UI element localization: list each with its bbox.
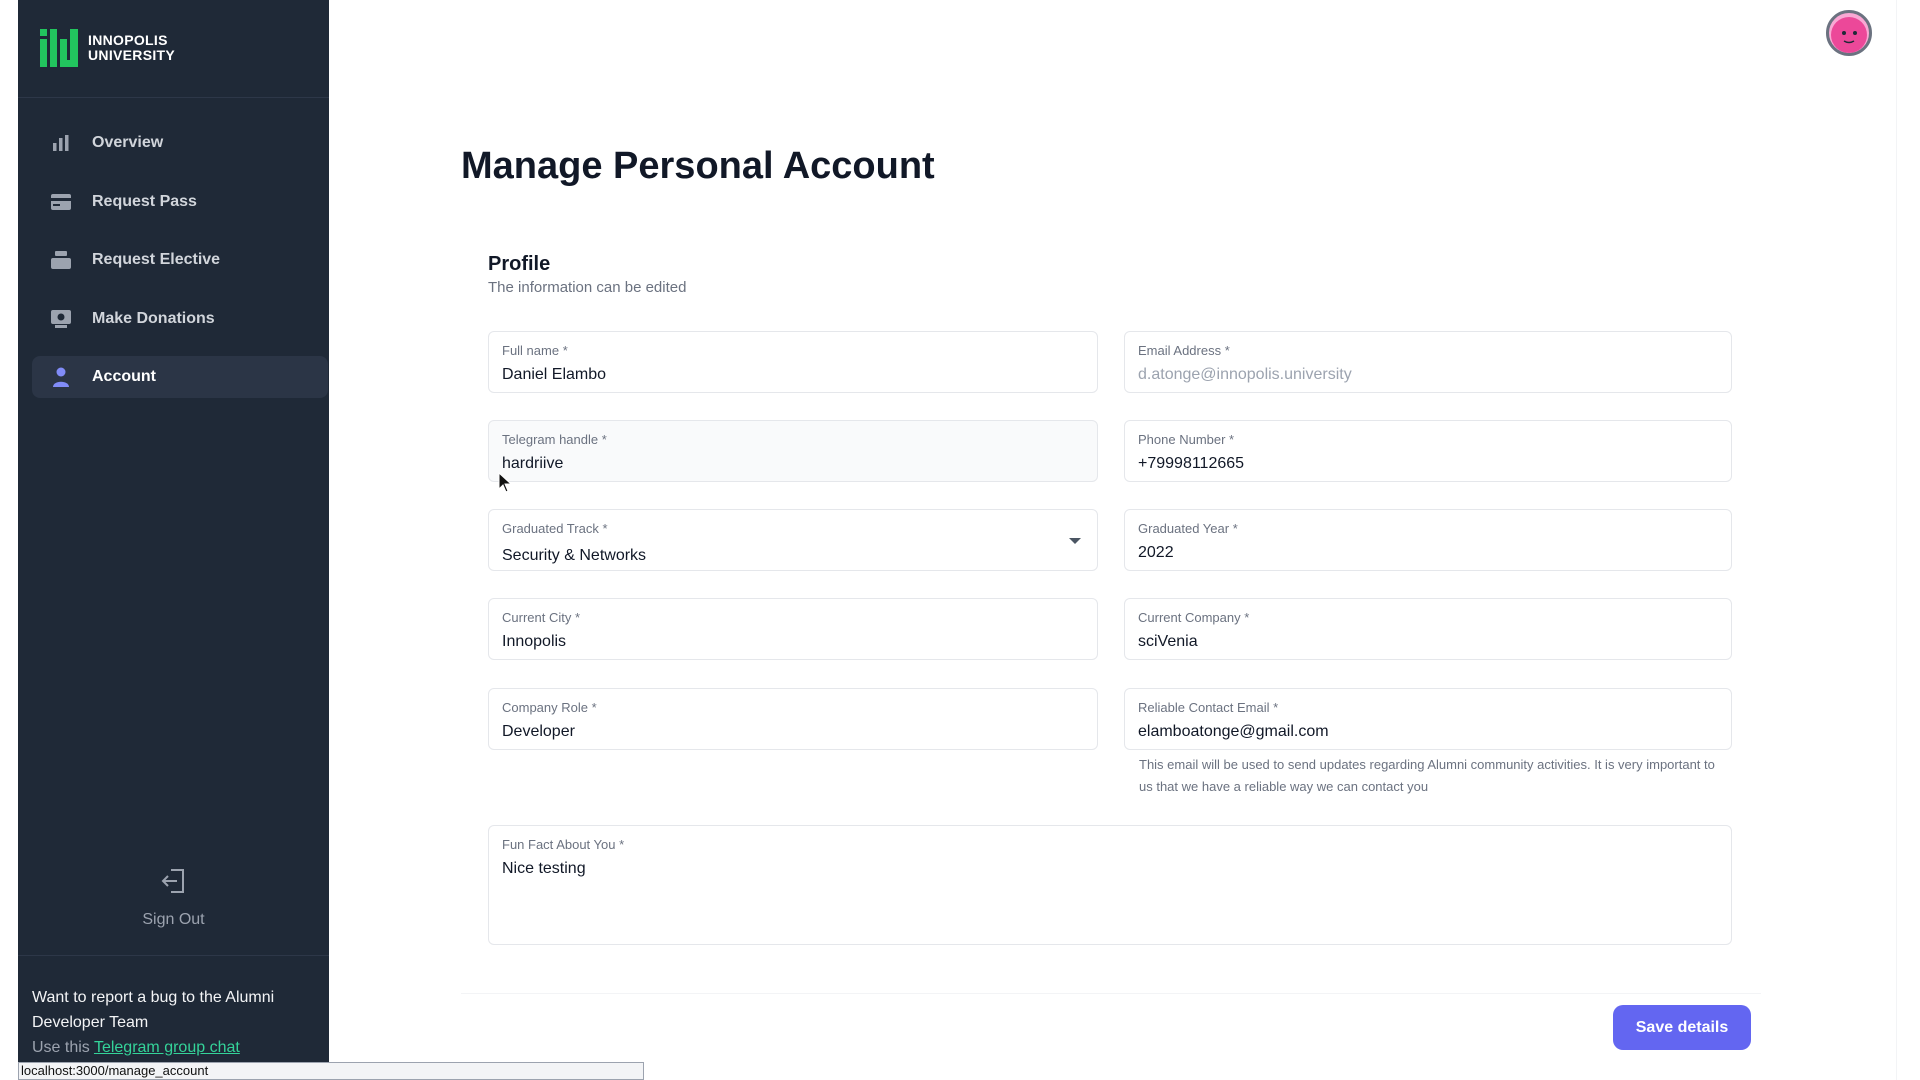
telegram-handle-label: Telegram handle * [502,432,607,447]
browser-status-url: localhost:3000/manage_account [18,1062,644,1080]
bar-chart-icon [50,132,72,154]
current-city-value: Innopolis [502,633,567,650]
sidebar-nav: Overview Request Pass Request Elective M… [32,122,328,415]
current-company-label: Current Company * [1138,610,1250,625]
left-edge [0,0,18,1080]
stack-icon [50,249,72,271]
company-role-label: Company Role * [502,700,597,715]
sidebar-item-label: Overview [92,134,164,151]
email-label: Email Address * [1138,343,1230,358]
graduated-year-field[interactable]: Graduated Year * 2022 [1124,509,1732,571]
email-field[interactable]: Email Address * d.atonge@innopolis.unive… [1124,331,1732,393]
graduated-year-value: 2022 [1138,544,1174,561]
page-scrollbar[interactable] [1896,0,1920,1080]
avatar-face-icon [1831,17,1867,53]
card-icon [50,191,72,213]
current-company-value: sciVenia [1138,633,1198,650]
contact-email-label: Reliable Contact Email * [1138,700,1279,715]
sidebar-item-make-donations[interactable]: Make Donations [32,298,328,340]
full-name-value: Daniel Elambo [502,366,607,383]
phone-number-field[interactable]: Phone Number * +79998112665 [1124,420,1732,482]
bug-report-prefix: Use this [32,1039,90,1056]
mouse-cursor-icon [498,472,513,493]
current-company-field[interactable]: Current Company * sciVenia [1124,598,1732,660]
graduated-track-label: Graduated Track * [502,521,608,536]
sidebar: INNOPOLIS UNIVERSITY Overview Request Pa… [18,0,329,1080]
email-value: d.atonge@innopolis.university [1138,366,1352,383]
sidebar-item-label: Request Elective [92,251,221,268]
user-icon [50,366,72,388]
telegram-group-link[interactable]: Telegram group chat [94,1039,240,1056]
logo-text: INNOPOLIS UNIVERSITY [88,33,175,63]
company-role-field[interactable]: Company Role * Developer [488,688,1098,750]
bug-report-sub: Use this Telegram group chat [32,1035,322,1060]
sidebar-item-request-pass[interactable]: Request Pass [32,181,328,223]
sign-out-button[interactable]: Sign Out [18,866,329,929]
sign-out-label: Sign Out [142,911,205,928]
full-name-field[interactable]: Full name * Daniel Elambo [488,331,1098,393]
page-title: Manage Personal Account [461,145,935,187]
profile-title: Profile [488,253,551,275]
phone-number-label: Phone Number * [1138,432,1235,447]
avatar[interactable] [1826,10,1872,56]
contact-email-helper: This email will be used to send updates … [1139,757,1715,794]
sign-out-icon [161,869,184,893]
bug-report-title: Want to report a bug to the Alumni Devel… [32,989,275,1031]
full-name-label: Full name * [502,343,568,358]
sidebar-item-label: Request Pass [92,192,197,210]
fun-fact-value: Nice testing [502,860,586,877]
logo-line1: INNOPOLIS [88,32,168,48]
sidebar-divider [18,97,329,98]
donation-icon [50,308,72,330]
telegram-handle-field[interactable]: Telegram handle * hardriive [488,420,1098,482]
chevron-down-icon[interactable] [1069,538,1081,544]
form-footer-divider [461,993,1761,994]
contact-email-value: elamboatonge@gmail.com [1138,723,1329,740]
sidebar-item-request-elective[interactable]: Request Elective [32,239,328,281]
current-city-label: Current City * [502,610,581,625]
telegram-handle-value: hardriive [502,455,564,472]
sidebar-item-account[interactable]: Account [32,356,328,398]
sidebar-item-label: Make Donations [92,309,215,327]
bug-report-section: Want to report a bug to the Alumni Devel… [32,985,322,1060]
company-role-value: Developer [502,723,575,740]
sidebar-divider [18,955,329,956]
graduated-year-label: Graduated Year * [1138,521,1238,536]
sidebar-item-label: Account [92,368,156,385]
contact-email-field[interactable]: Reliable Contact Email * elamboatonge@gm… [1124,688,1732,750]
save-details-button[interactable]: Save details [1613,1005,1751,1050]
fun-fact-textarea[interactable]: Fun Fact About You * Nice testing [488,825,1732,945]
logo-line2: UNIVERSITY [88,47,176,63]
logo-mark-icon [40,29,78,67]
phone-number-value: +79998112665 [1138,455,1245,472]
current-city-field[interactable]: Current City * Innopolis [488,598,1098,660]
graduated-track-value: Security & Networks [502,547,647,564]
fun-fact-label: Fun Fact About You * [502,837,625,852]
graduated-track-select[interactable]: Graduated Track * Security & Networks [488,509,1098,571]
university-logo[interactable]: INNOPOLIS UNIVERSITY [40,28,175,68]
profile-subtitle: The information can be edited [488,279,687,296]
sidebar-item-overview[interactable]: Overview [32,122,328,164]
